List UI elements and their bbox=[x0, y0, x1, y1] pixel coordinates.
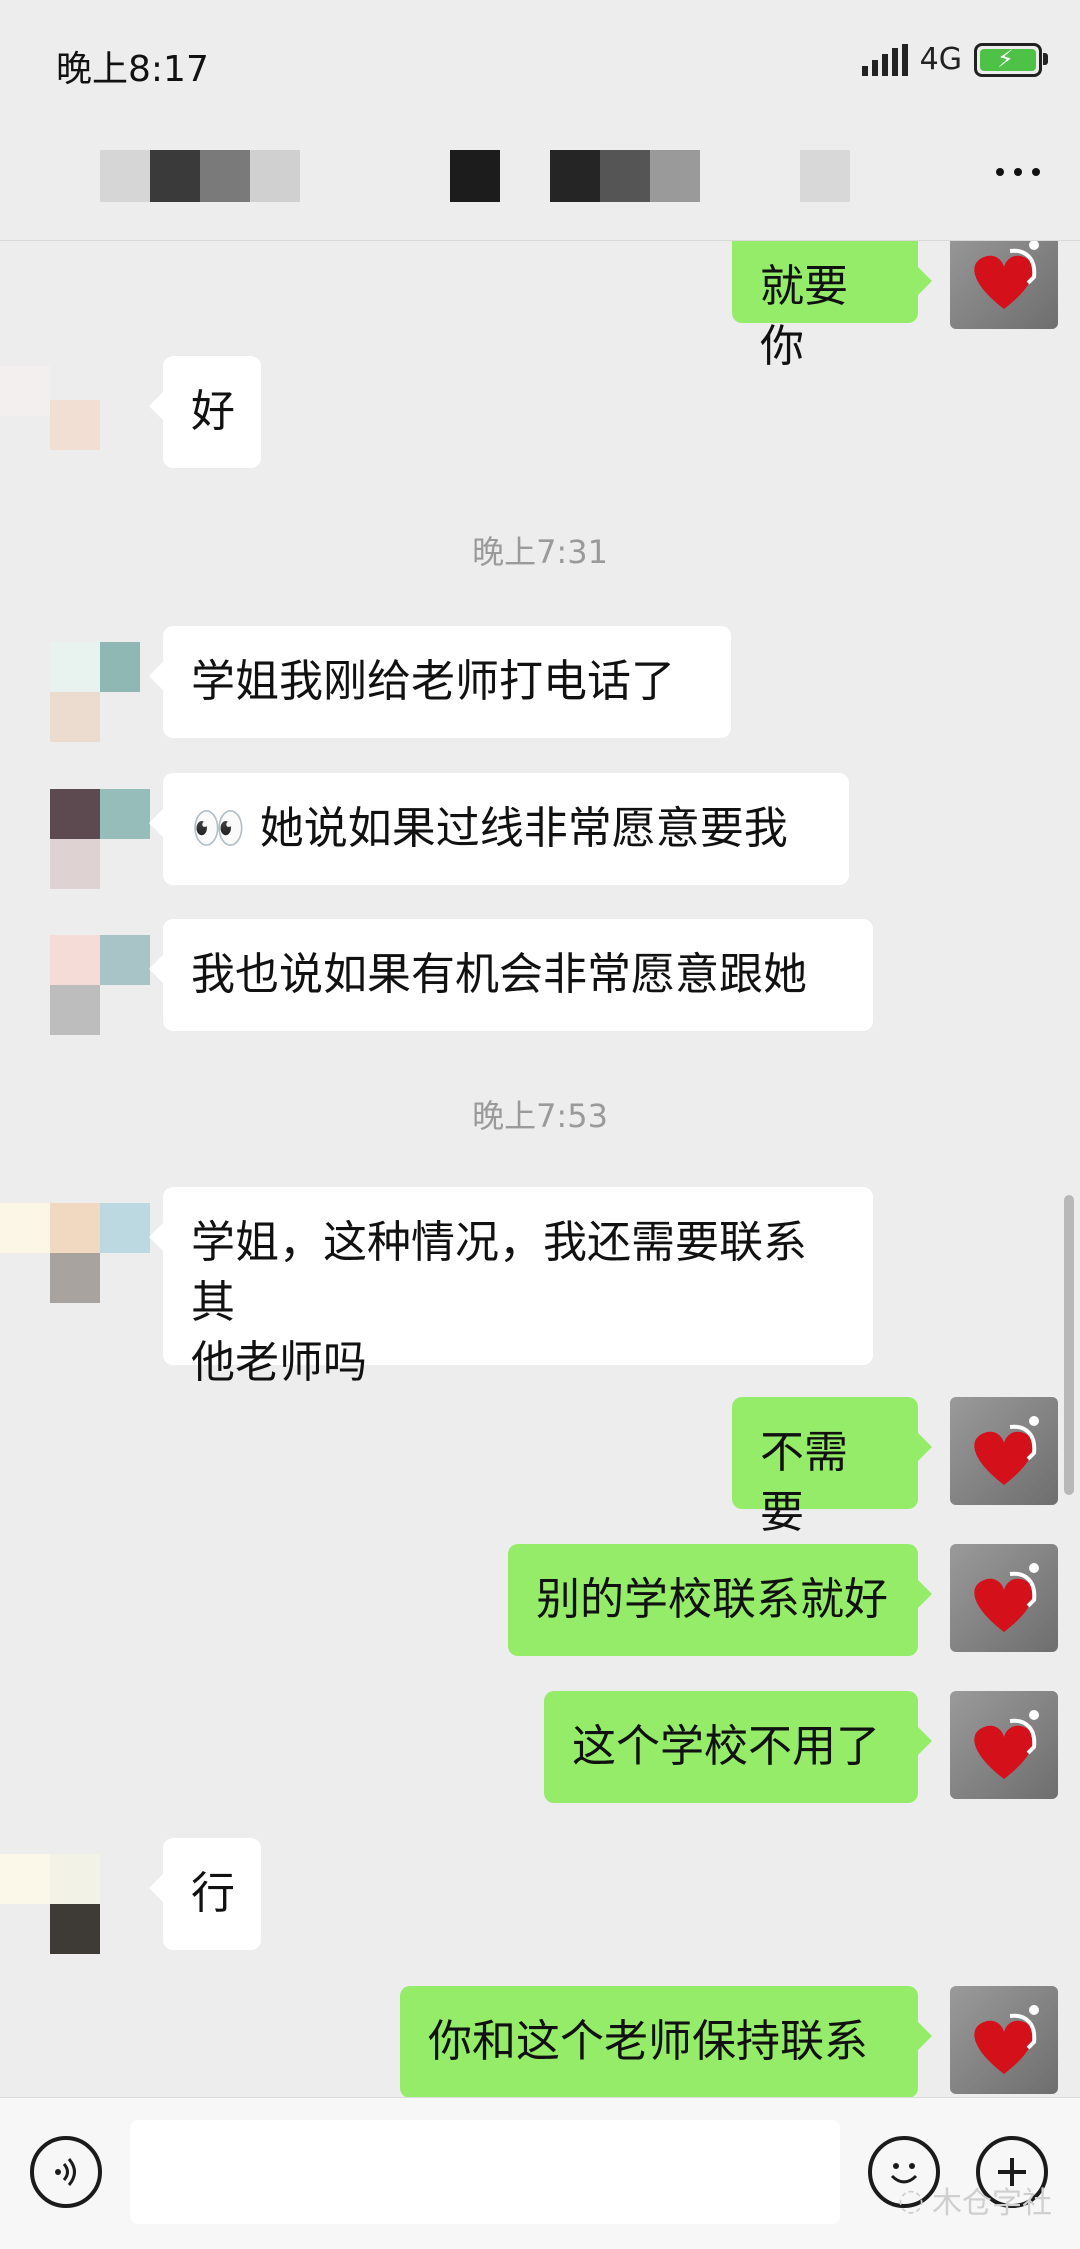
status-indicators: 4G ⚡ bbox=[861, 42, 1048, 77]
watermark-text: 木仓字社 bbox=[932, 2186, 1052, 2221]
timestamp: 晚上7:31 bbox=[472, 533, 608, 571]
my-avatar[interactable] bbox=[950, 1397, 1058, 1505]
contact-avatar-pixelated[interactable] bbox=[0, 919, 160, 1049]
status-bar: 晚上8:17 4G ⚡ bbox=[0, 0, 1080, 120]
message-bubble[interactable]: 不需要 bbox=[732, 1397, 932, 1538]
battery-icon: ⚡ bbox=[974, 42, 1048, 77]
contact-avatar-pixelated[interactable] bbox=[0, 773, 160, 903]
message-bubble[interactable]: 行 bbox=[149, 1838, 261, 1950]
voice-icon bbox=[55, 2158, 76, 2186]
message-input[interactable] bbox=[130, 2120, 840, 2224]
message-bubble[interactable]: 别的学校联系就好 bbox=[508, 1544, 932, 1656]
status-time: 晚上8:17 bbox=[56, 49, 209, 90]
contact-avatar-pixelated[interactable] bbox=[0, 356, 160, 486]
contact-avatar-pixelated[interactable] bbox=[0, 626, 160, 756]
watermark: ◌ 木仓字社 bbox=[898, 2178, 1052, 2222]
my-avatar[interactable] bbox=[950, 1986, 1058, 2094]
input-bar: ◌ 木仓字社 bbox=[0, 2097, 1080, 2249]
contact-avatar-pixelated[interactable] bbox=[0, 1838, 160, 1968]
my-avatar[interactable] bbox=[950, 1544, 1058, 1652]
message-bubble[interactable]: 学姐我刚给老师打电话了 bbox=[149, 626, 731, 738]
message-bubble[interactable]: 学姐，这种情况，我还需要联系其 他老师吗 bbox=[149, 1187, 873, 1388]
message-bubble[interactable]: 👀 她说如果过线非常愿意要我 bbox=[149, 773, 849, 885]
signal-icon bbox=[861, 43, 908, 76]
my-avatar[interactable] bbox=[950, 241, 1058, 329]
timestamp: 晚上7:53 bbox=[472, 1097, 608, 1135]
my-avatar[interactable] bbox=[950, 1691, 1058, 1799]
contact-avatar-pixelated[interactable] bbox=[0, 1187, 160, 1317]
watermark-icon: ◌ bbox=[897, 2182, 924, 2218]
scrollbar[interactable] bbox=[1064, 1195, 1074, 1495]
message-bubble[interactable]: 你和这个老师保持联系 bbox=[400, 1986, 932, 2097]
more-options-icon[interactable] bbox=[996, 168, 1040, 176]
network-label: 4G bbox=[919, 42, 962, 77]
message-bubble[interactable]: 就要你 bbox=[732, 241, 932, 372]
nav-bar bbox=[0, 120, 1080, 241]
chat-area[interactable]: 就要你 好 晚上7:31 学姐我刚给老师打电话了 👀 她说如果过线非常愿意要我 bbox=[0, 241, 1080, 2097]
voice-input-button[interactable] bbox=[30, 2136, 102, 2208]
message-bubble[interactable]: 好 bbox=[149, 356, 261, 468]
message-bubble[interactable]: 我也说如果有机会非常愿意跟她 bbox=[149, 919, 873, 1031]
message-bubble[interactable]: 这个学校不用了 bbox=[544, 1691, 932, 1803]
